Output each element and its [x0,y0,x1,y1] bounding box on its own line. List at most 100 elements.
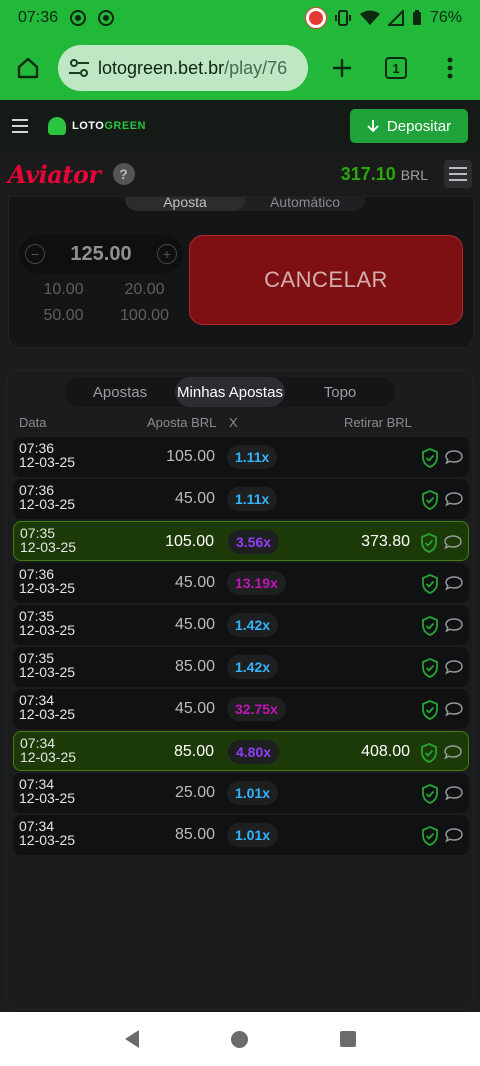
plus-icon[interactable] [326,52,358,84]
bet-amount: 105.00 [165,533,214,550]
recents-icon[interactable] [339,1031,356,1047]
shield-check-icon[interactable] [420,743,438,763]
game-menu-button[interactable] [444,160,472,188]
bet-datetime: 07:36 12-03-25 [19,441,75,469]
bet-amount: 105.00 [166,448,215,465]
shield-check-icon[interactable] [421,784,439,804]
chat-bubble-icon[interactable] [445,575,463,591]
quick-amount-button[interactable]: 50.00 [23,307,104,325]
deposit-label: Depositar [386,117,452,135]
bets-list: 07:36 12-03-25 105.00 1.11x 07:36 12-03-25 45.… [13,437,469,857]
bet-amount: 45.00 [174,574,215,591]
bet-datetime: 07:34 12-03-25 [19,693,75,721]
decrease-stake-button[interactable]: − [25,244,45,264]
bet-time: 07:35 [19,650,55,666]
tab-switcher-button[interactable]: 1 [380,52,412,84]
status-bar: 07:36 76% [0,0,480,36]
bet-time: 07:35 [20,525,56,541]
tab-bet[interactable]: Aposta [125,197,245,211]
spade-icon [48,117,66,135]
shield-check-icon[interactable] [420,533,438,553]
shield-check-icon[interactable] [421,574,439,594]
site-logo[interactable]: LOTOGREEN [48,117,146,135]
aviator-logo: Aviator [8,159,101,189]
tune-icon[interactable] [68,58,90,78]
bet-time: 07:36 [19,566,55,582]
signal-icon [387,10,404,26]
cancel-button[interactable]: CANCELAR [189,235,463,325]
table-row: 07:34 12-03-25 85.00 4.80x 408.00 [13,731,469,771]
column-date: Data [19,415,47,430]
bet-time: 07:34 [20,735,56,751]
home-icon[interactable] [12,52,44,84]
address-bar[interactable]: lotogreen.bet.br/play/76 [58,45,308,91]
chat-bubble-icon[interactable] [444,534,462,550]
table-row: 07:36 12-03-25 105.00 1.11x [13,437,469,477]
tab-count: 1 [385,57,407,79]
chat-bubble-icon[interactable] [445,785,463,801]
bet-date: 12-03-25 [19,454,76,470]
column-bet: Aposta BRL [147,415,217,430]
home-nav-icon[interactable] [230,1030,248,1048]
help-button[interactable]: ? [112,163,135,185]
tab-all-bets[interactable]: Apostas [65,377,175,407]
chat-bubble-icon[interactable] [444,744,462,760]
chat-bubble-icon[interactable] [445,659,463,675]
shield-check-icon[interactable] [421,658,439,678]
chat-bubble-icon[interactable] [445,491,463,507]
bet-datetime: 07:36 12-03-25 [19,483,75,511]
table-row: 07:35 12-03-25 45.00 1.42x [13,605,469,645]
hamburger-menu-icon[interactable] [12,119,28,133]
bet-datetime: 07:35 12-03-25 [19,609,75,637]
bet-time: 07:35 [19,608,55,624]
table-row: 07:35 12-03-25 85.00 1.42x [13,647,469,687]
shield-check-icon[interactable] [421,700,439,720]
tab-auto[interactable]: Automático [245,197,365,211]
tab-top[interactable]: Topo [285,377,395,407]
table-header: Data Aposta BRL X Retirar BRL [7,415,473,435]
shield-check-icon[interactable] [421,616,439,636]
multiplier-badge: 13.19x [227,571,286,595]
shield-check-icon[interactable] [421,448,439,468]
system-nav-bar [0,1012,480,1066]
shield-check-icon[interactable] [421,826,439,846]
more-vert-icon[interactable] [434,52,466,84]
multiplier-badge: 1.01x [227,823,279,847]
multiplier-badge: 1.11x [227,445,278,469]
chat-bubble-icon[interactable] [445,827,463,843]
bet-time: 07:34 [19,776,55,792]
bet-datetime: 07:36 12-03-25 [19,567,75,595]
chat-bubble-icon[interactable] [445,701,463,717]
bet-time: 07:36 [19,440,55,456]
quick-amount-button[interactable]: 100.00 [104,307,185,325]
column-cashout: Retirar BRL [344,415,412,430]
quick-amount-button[interactable]: 20.00 [104,281,185,299]
status-time: 07:36 [18,9,59,26]
increase-stake-button[interactable]: + [156,244,177,264]
bet-amount: 45.00 [174,700,215,717]
chat-bubble-icon[interactable] [445,617,463,633]
bet-mode-tabs: Aposta Automático [125,197,365,211]
table-row: 07:34 12-03-25 85.00 1.01x [13,815,469,855]
screen-record-icon [305,8,326,28]
stake-value[interactable]: 125.00 [70,243,131,266]
balance-amount: 317.10 [340,163,396,184]
bet-datetime: 07:34 12-03-25 [20,736,76,764]
quick-amount-button[interactable]: 10.00 [23,281,104,299]
site-header: LOTOGREEN Depositar [0,100,480,152]
bet-amount: 45.00 [174,616,215,633]
shield-check-icon[interactable] [421,490,439,510]
table-row: 07:34 12-03-25 25.00 1.01x [13,773,469,813]
notification-icon [70,10,87,26]
chat-bubble-icon[interactable] [445,449,463,465]
deposit-button[interactable]: Depositar [350,109,468,143]
vibrate-icon [334,10,351,26]
battery-icon [412,10,421,25]
multiplier-badge: 1.42x [227,655,279,679]
balance: 317.10 BRL [341,164,428,185]
bets-history-panel: Apostas Minhas Apostas Topo Data Aposta … [6,370,474,1010]
back-icon[interactable] [124,1030,139,1048]
url-text[interactable]: lotogreen.bet.br/play/76 [98,58,287,79]
tab-my-bets[interactable]: Minhas Apostas [175,377,285,407]
bet-amount: 25.00 [174,784,215,801]
